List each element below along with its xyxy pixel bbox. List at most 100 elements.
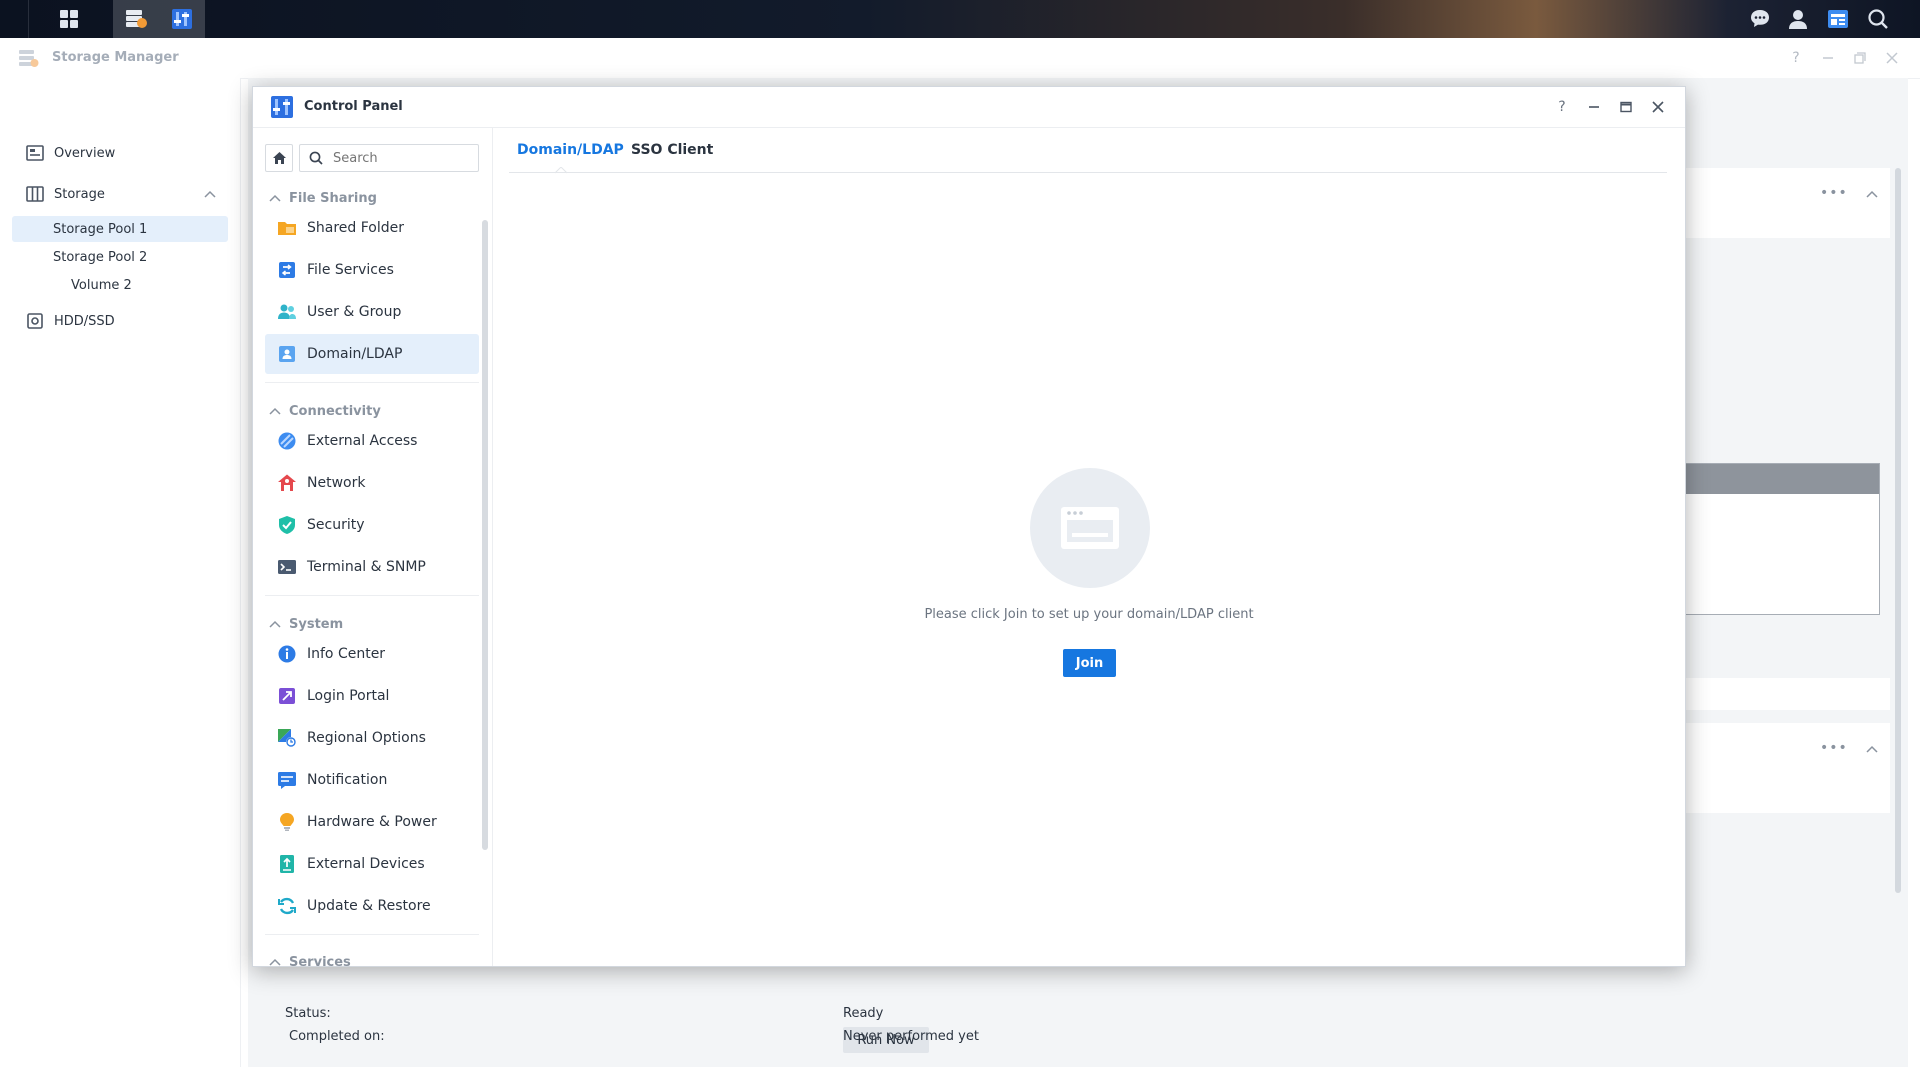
nav-search-box[interactable] [299, 144, 479, 172]
storage-manager-titlebar: Storage Manager ? [0, 38, 1920, 79]
sm-nav-storage-pool-1-label: Storage Pool 1 [53, 221, 148, 237]
nav-item-network-label: Network [307, 475, 366, 491]
close-icon [1652, 101, 1664, 113]
tab-divider [509, 172, 1667, 173]
info-icon [278, 645, 296, 663]
nav-item-hardware-power[interactable]: Hardware & Power [265, 802, 479, 842]
chat-icon [1751, 10, 1769, 27]
main-menu-button[interactable] [46, 0, 92, 38]
completed-label: Completed on: [289, 1029, 385, 1044]
grid-icon [60, 10, 78, 28]
nav-item-security-label: Security [307, 517, 365, 533]
join-button[interactable]: Join [1063, 649, 1116, 677]
pool-card-more-icon[interactable]: ••• [1820, 185, 1848, 201]
nav-item-info-center-label: Info Center [307, 646, 386, 662]
nav-item-external-devices[interactable]: External Devices [265, 844, 479, 884]
cp-help-button[interactable]: ? [1553, 98, 1571, 116]
chevron-up-icon [269, 194, 281, 202]
section-connectivity-label: Connectivity [289, 403, 381, 419]
sm-restore-button[interactable] [1851, 49, 1869, 67]
section-file-sharing-label: File Sharing [289, 190, 377, 206]
sm-nav-hdd-ssd-label: HDD/SSD [54, 313, 115, 329]
overview-icon [26, 145, 44, 161]
cp-close-button[interactable] [1649, 98, 1667, 116]
nav-item-user-group-label: User & Group [307, 304, 402, 320]
sm-scrollbar[interactable] [1895, 168, 1901, 893]
section-connectivity[interactable]: Connectivity [267, 399, 477, 423]
sm-nav-storage-pool-2[interactable]: Storage Pool 2 [12, 244, 228, 270]
nav-scrollbar[interactable] [482, 220, 488, 850]
section-file-sharing[interactable]: File Sharing [267, 186, 477, 210]
nav-item-external-access[interactable]: External Access [265, 421, 479, 461]
nav-item-external-access-label: External Access [307, 433, 418, 449]
nav-item-security[interactable]: Security [265, 505, 479, 545]
sm-nav-storage-pool-1[interactable]: Storage Pool 1 [12, 216, 228, 242]
nav-item-terminal-snmp[interactable]: Terminal & SNMP [265, 547, 479, 587]
sm-nav-storage[interactable]: Storage [12, 181, 216, 207]
nav-item-login-portal-label: Login Portal [307, 688, 390, 704]
terminal-icon [278, 560, 296, 574]
nav-item-login-portal[interactable]: Login Portal [265, 676, 479, 716]
sm-nav-overview-label: Overview [54, 145, 116, 161]
sm-minimize-button[interactable] [1819, 49, 1837, 67]
taskbar [0, 0, 1920, 38]
section-services[interactable]: Services [267, 950, 477, 966]
nav-divider [265, 595, 479, 596]
tab-domain-ldap[interactable]: Domain/LDAP [517, 142, 624, 168]
nav-item-domain-ldap-label: Domain/LDAP [307, 346, 403, 362]
nav-item-regional-options[interactable]: Regional Options [265, 718, 479, 758]
sm-help-button[interactable]: ? [1787, 49, 1805, 67]
folder-icon [278, 222, 296, 235]
nav-item-update-restore[interactable]: Update & Restore [265, 886, 479, 926]
home-button[interactable] [265, 144, 293, 172]
window-icon [1061, 507, 1119, 549]
nav-item-shared-folder-label: Shared Folder [307, 220, 405, 236]
control-panel-nav: File Sharing Shared Folder File Services… [253, 128, 493, 966]
sm-nav-storage-label: Storage [54, 186, 105, 202]
chevron-up-icon [204, 190, 216, 198]
nav-search-input[interactable] [331, 149, 475, 167]
shield-icon [279, 516, 295, 534]
nav-divider [265, 934, 479, 935]
nav-item-shared-folder[interactable]: Shared Folder [265, 208, 479, 248]
nav-item-terminal-snmp-label: Terminal & SNMP [307, 559, 426, 575]
sm-close-button[interactable] [1883, 49, 1901, 67]
chevron-up-icon[interactable] [1866, 190, 1878, 198]
domain-ldap-icon [279, 346, 295, 362]
control-panel-title: Control Panel [304, 99, 403, 114]
sm-nav-hdd-ssd[interactable]: HDD/SSD [12, 308, 228, 334]
file-services-icon [279, 262, 295, 278]
nav-item-info-center[interactable]: Info Center [265, 634, 479, 674]
section-system[interactable]: System [267, 612, 477, 636]
nav-item-network[interactable]: Network [265, 463, 479, 503]
chevron-up-icon[interactable] [1866, 745, 1878, 753]
control-panel-window: Control Panel ? File Sharing Shared Fold… [252, 86, 1686, 967]
section-system-label: System [289, 616, 344, 632]
taskbar-storage-manager[interactable] [113, 0, 159, 38]
storage-manager-title: Storage Manager [52, 50, 179, 65]
nav-item-domain-ldap[interactable]: Domain/LDAP [265, 334, 479, 374]
control-panel-main: Domain/LDAP SSO Client Please click Join… [493, 128, 1685, 966]
network-icon [278, 474, 296, 491]
search-icon [1868, 9, 1888, 29]
tab-sso-client[interactable]: SSO Client [631, 142, 713, 168]
nav-item-notification[interactable]: Notification [265, 760, 479, 800]
search-button[interactable] [1855, 0, 1901, 38]
control-panel-app-icon [271, 96, 293, 118]
nav-item-file-services[interactable]: File Services [265, 250, 479, 290]
empty-state-message: Please click Join to set up your domain/… [924, 607, 1254, 622]
nav-divider [265, 382, 479, 383]
taskbar-control-panel[interactable] [159, 0, 205, 38]
cp-minimize-button[interactable] [1585, 98, 1603, 116]
sm-nav-overview[interactable]: Overview [12, 140, 228, 166]
sm-nav-volume-2[interactable]: Volume 2 [12, 272, 228, 298]
scrub-card-more-icon[interactable]: ••• [1820, 740, 1848, 756]
regional-options-icon [278, 729, 296, 747]
widgets-icon [1828, 10, 1848, 28]
control-panel-titlebar: Control Panel ? [253, 87, 1685, 128]
chevron-up-icon [269, 407, 281, 415]
nav-item-user-group[interactable]: User & Group [265, 292, 479, 332]
status-value: Ready [843, 1006, 884, 1021]
storage-manager-sidebar: Overview Storage Storage Pool 1 Storage … [0, 78, 241, 1067]
cp-maximize-button[interactable] [1617, 98, 1635, 116]
